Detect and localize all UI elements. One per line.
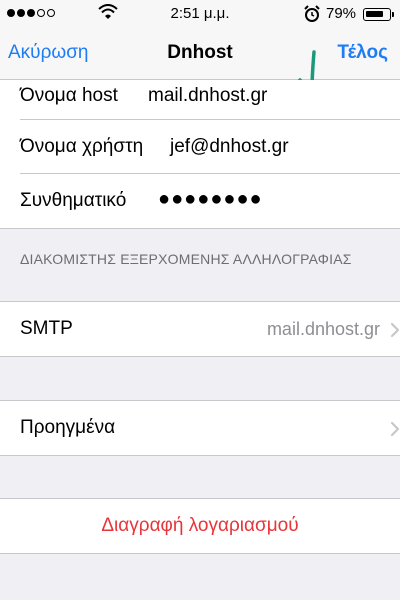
outgoing-server-group: SMTP mail.dnhost.gr: [0, 301, 400, 357]
advanced-row[interactable]: Προηγμένα: [20, 401, 400, 455]
username-field[interactable]: jef@dnhost.gr: [170, 136, 289, 158]
advanced-group: Προηγμένα: [0, 400, 400, 456]
username-row[interactable]: Όνομα χρήστη jef@dnhost.gr: [20, 120, 400, 174]
smtp-server-value: mail.dnhost.gr: [266, 319, 380, 339]
battery-fill: [366, 11, 383, 17]
battery-percentage: 79%: [326, 5, 357, 22]
smtp-row[interactable]: SMTP mail.dnhost.gr: [20, 302, 400, 356]
smtp-label: SMTP: [20, 318, 73, 339]
mail-account-settings-screen: 2:51 μ.μ. 79% Ακύρωση Dnhost Τέλος Όνομα…: [0, 0, 400, 600]
battery-icon: [363, 8, 391, 21]
chevron-right-icon: [390, 421, 400, 437]
password-row[interactable]: Συνθηματικό ●●●●●●●●: [20, 174, 400, 228]
navigation-bar: Ακύρωση Dnhost Τέλος: [0, 28, 400, 96]
password-field[interactable]: ●●●●●●●●: [158, 188, 263, 211]
battery-tip: [392, 12, 394, 17]
account-settings-group: Όνομα host mail.dnhost.gr Όνομα χρήστη j…: [0, 80, 400, 229]
alarm-clock-icon: [304, 5, 320, 22]
host-name-field[interactable]: mail.dnhost.gr: [148, 85, 267, 107]
host-name-row[interactable]: Όνομα host mail.dnhost.gr: [20, 80, 400, 120]
done-button[interactable]: Τέλος: [337, 42, 388, 64]
username-label: Όνομα χρήστη: [20, 136, 144, 157]
chevron-right-icon: [390, 322, 400, 338]
delete-account-button[interactable]: Διαγραφή λογαριασμού: [0, 515, 400, 537]
password-label: Συνθηματικό: [20, 190, 127, 211]
delete-account-group: Διαγραφή λογαριασμού: [0, 498, 400, 554]
advanced-label: Προηγμένα: [20, 417, 116, 438]
outgoing-server-section-header: ΔΙΑΚΟΜΙΣΤΗΣ ΕΞΕΡΧΟΜΕΝΗΣ ΑΛΛΗΛΟΓΡΑΦΙΑΣ: [20, 251, 352, 267]
status-bar: 2:51 μ.μ. 79%: [0, 0, 400, 28]
host-name-label: Όνομα host: [20, 85, 118, 106]
